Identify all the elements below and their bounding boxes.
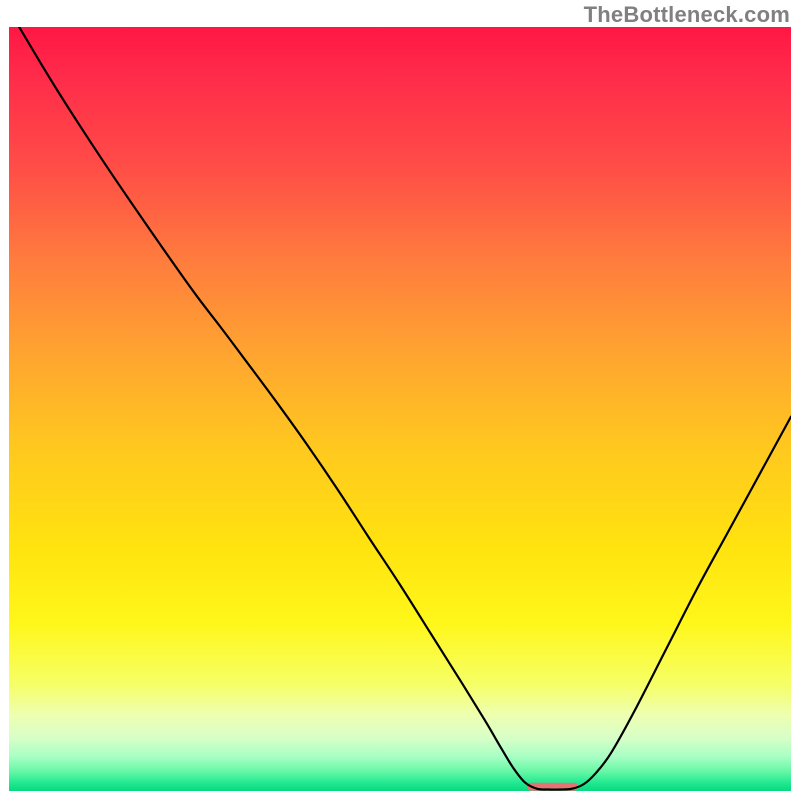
gradient-background — [9, 27, 791, 791]
chart-stage: TheBottleneck.com — [0, 0, 800, 800]
plot-area — [9, 27, 791, 791]
watermark-text: TheBottleneck.com — [584, 2, 790, 28]
gradient-plot — [9, 27, 791, 791]
